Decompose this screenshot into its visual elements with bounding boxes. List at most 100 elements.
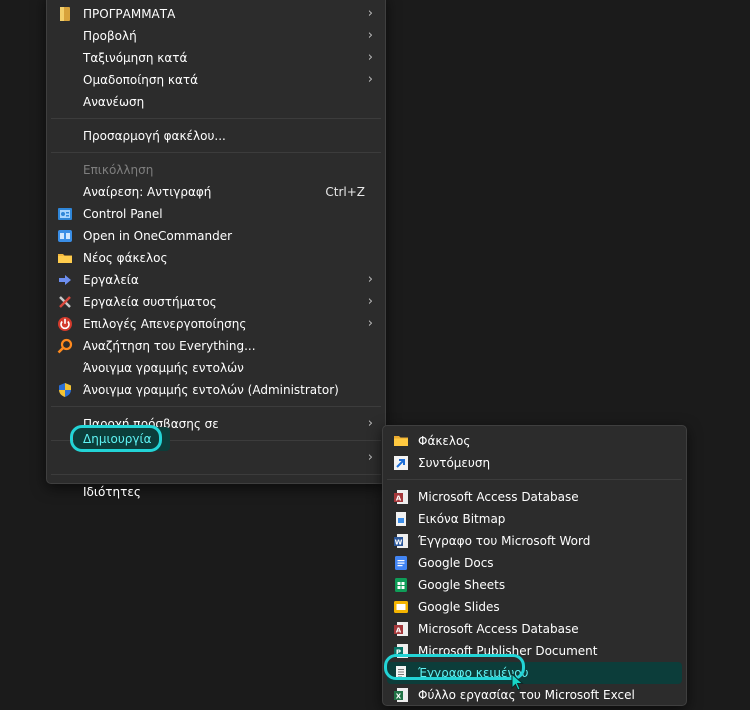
word-icon: W bbox=[393, 533, 409, 549]
menu-item-customize-folder[interactable]: Προσαρμογή φακέλου... bbox=[51, 125, 381, 147]
menu-item-label: Άνοιγμα γραμμής εντολών (Administrator) bbox=[83, 383, 339, 397]
submenu-item-text-document[interactable]: Έγγραφο κειμένου bbox=[387, 662, 682, 684]
menu-item-properties[interactable]: Ιδιότητες bbox=[51, 481, 381, 503]
submenu-item-bitmap[interactable]: Εικόνα Bitmap bbox=[387, 508, 682, 530]
svg-text:W: W bbox=[395, 539, 403, 547]
desktop-context-menu: ΠΡΟΓΡΑΜΜΑΤΑ › Προβολή › Ταξινόμηση κατά … bbox=[46, 0, 386, 499]
menu-item-label: Επιλογές Απενεργοποίησης bbox=[83, 317, 247, 331]
submenu-item-label: Έγγραφο του Microsoft Word bbox=[418, 534, 591, 548]
submenu-item-access-db[interactable]: A Microsoft Access Database bbox=[387, 486, 682, 508]
menu-item-label: Αναίρεση: Αντιγραφή bbox=[83, 185, 212, 199]
new-folder-icon bbox=[57, 250, 73, 266]
submenu-item-label: Microsoft Access Database bbox=[418, 622, 579, 636]
bitmap-icon bbox=[393, 511, 409, 527]
menu-separator bbox=[51, 474, 381, 475]
menu-item-system-tools[interactable]: Εργαλεία συστήματος › bbox=[51, 291, 381, 313]
power-icon bbox=[57, 316, 73, 332]
menu-item-label: ΠΡΟΓΡΑΜΜΑΤΑ bbox=[83, 7, 176, 21]
menu-item-view[interactable]: Προβολή › bbox=[51, 25, 381, 47]
menu-item-label: Control Panel bbox=[83, 207, 163, 221]
menu-item-label: Προσαρμογή φακέλου... bbox=[83, 129, 226, 143]
submenu-item-label: Φάκελος bbox=[418, 434, 471, 448]
mouse-pointer-icon bbox=[511, 672, 525, 691]
text-document-icon bbox=[393, 665, 409, 681]
google-docs-icon bbox=[393, 555, 409, 571]
tools-arrow-icon bbox=[57, 272, 73, 288]
control-panel-icon bbox=[57, 206, 73, 222]
shortcut-icon bbox=[393, 455, 409, 471]
submenu-item-folder[interactable]: Φάκελος bbox=[387, 430, 682, 452]
menu-item-undo-copy[interactable]: Αναίρεση: Αντιγραφή Ctrl+Z bbox=[51, 181, 381, 203]
svg-text:A: A bbox=[396, 627, 402, 635]
chevron-right-icon: › bbox=[367, 316, 373, 331]
submenu-item-shortcut[interactable]: Συντόμευση bbox=[387, 452, 682, 474]
chevron-right-icon: › bbox=[367, 28, 373, 43]
submenu-item-label: Εικόνα Bitmap bbox=[418, 512, 506, 526]
chevron-right-icon: › bbox=[367, 272, 373, 287]
menu-item-open-onecommander[interactable]: Open in OneCommander bbox=[51, 225, 381, 247]
menu-item-refresh[interactable]: Ανανέωση bbox=[51, 91, 381, 113]
menu-item-programs[interactable]: ΠΡΟΓΡΑΜΜΑΤΑ › bbox=[51, 3, 381, 25]
menu-item-paste: Επικόλληση bbox=[51, 159, 381, 181]
menu-item-label: Επικόλληση bbox=[83, 163, 154, 177]
menu-separator bbox=[51, 152, 381, 153]
menu-item-open-cmd[interactable]: Άνοιγμα γραμμής εντολών bbox=[51, 357, 381, 379]
menu-item-label: Εργαλεία συστήματος bbox=[83, 295, 217, 309]
menu-item-label: Νέος φάκελος bbox=[83, 251, 168, 265]
menu-item-everything-search[interactable]: Αναζήτηση του Everything... bbox=[51, 335, 381, 357]
chevron-right-icon: › bbox=[367, 416, 373, 431]
menu-item-label: Ομαδοποίηση κατά bbox=[83, 73, 199, 87]
submenu-item-google-docs[interactable]: Google Docs bbox=[387, 552, 682, 574]
folder-icon bbox=[393, 433, 409, 449]
yellow-folder-icon bbox=[57, 6, 73, 22]
menu-item-label: Άνοιγμα γραμμής εντολών bbox=[83, 361, 244, 375]
submenu-item-label: Φύλλο εργασίας του Microsoft Excel bbox=[418, 688, 635, 702]
chevron-right-icon: › bbox=[367, 50, 373, 65]
uac-shield-icon bbox=[57, 382, 73, 398]
svg-text:P: P bbox=[396, 649, 401, 657]
onecommander-icon bbox=[57, 228, 73, 244]
google-slides-icon bbox=[393, 599, 409, 615]
menu-item-open-cmd-admin[interactable]: Άνοιγμα γραμμής εντολών (Administrator) bbox=[51, 379, 381, 401]
menu-item-sort-by[interactable]: Ταξινόμηση κατά › bbox=[51, 47, 381, 69]
menu-item-label: Ιδιότητες bbox=[83, 485, 141, 499]
access-icon: A bbox=[393, 489, 409, 505]
chevron-right-icon: › bbox=[367, 294, 373, 309]
chevron-right-icon: › bbox=[367, 72, 373, 87]
chevron-right-icon: › bbox=[367, 450, 373, 465]
submenu-item-excel[interactable]: X Φύλλο εργασίας του Microsoft Excel bbox=[387, 684, 682, 706]
submenu-item-label: Microsoft Publisher Document bbox=[418, 644, 598, 658]
menu-separator bbox=[387, 479, 682, 480]
access-icon: A bbox=[393, 621, 409, 637]
menu-item-label: Ταξινόμηση κατά bbox=[83, 51, 188, 65]
menu-item-control-panel[interactable]: Control Panel bbox=[51, 203, 381, 225]
google-sheets-icon bbox=[393, 577, 409, 593]
svg-text:A: A bbox=[396, 495, 402, 503]
submenu-item-google-sheets[interactable]: Google Sheets bbox=[387, 574, 682, 596]
menu-item-label: Open in OneCommander bbox=[83, 229, 233, 243]
submenu-item-access-db-2[interactable]: A Microsoft Access Database bbox=[387, 618, 682, 640]
chevron-right-icon: › bbox=[367, 6, 373, 21]
submenu-item-label: Microsoft Access Database bbox=[418, 490, 579, 504]
submenu-item-label: Google Sheets bbox=[418, 578, 506, 592]
menu-item-label: Προβολή bbox=[83, 29, 137, 43]
submenu-item-label: Συντόμευση bbox=[418, 456, 491, 470]
submenu-item-label: Google Slides bbox=[418, 600, 500, 614]
system-tools-icon bbox=[57, 294, 73, 310]
menu-item-label: Αναζήτηση του Everything... bbox=[83, 339, 256, 353]
submenu-item-label: Google Docs bbox=[418, 556, 494, 570]
excel-icon: X bbox=[393, 687, 409, 703]
submenu-item-google-slides[interactable]: Google Slides bbox=[387, 596, 682, 618]
everything-search-icon bbox=[57, 338, 73, 354]
menu-item-tools[interactable]: Εργαλεία › bbox=[51, 269, 381, 291]
menu-item-new-folder[interactable]: Νέος φάκελος bbox=[51, 247, 381, 269]
menu-item-label: Εργαλεία bbox=[83, 273, 139, 287]
menu-separator bbox=[51, 118, 381, 119]
menu-item-shutdown-options[interactable]: Επιλογές Απενεργοποίησης › bbox=[51, 313, 381, 335]
menu-item-group-by[interactable]: Ομαδοποίηση κατά › bbox=[51, 69, 381, 91]
submenu-item-publisher[interactable]: P Microsoft Publisher Document bbox=[387, 640, 682, 662]
publisher-icon: P bbox=[393, 643, 409, 659]
menu-separator bbox=[51, 406, 381, 407]
menu-item-new-overlay-label: Δημιουργία bbox=[83, 432, 152, 446]
submenu-item-word[interactable]: W Έγγραφο του Microsoft Word bbox=[387, 530, 682, 552]
